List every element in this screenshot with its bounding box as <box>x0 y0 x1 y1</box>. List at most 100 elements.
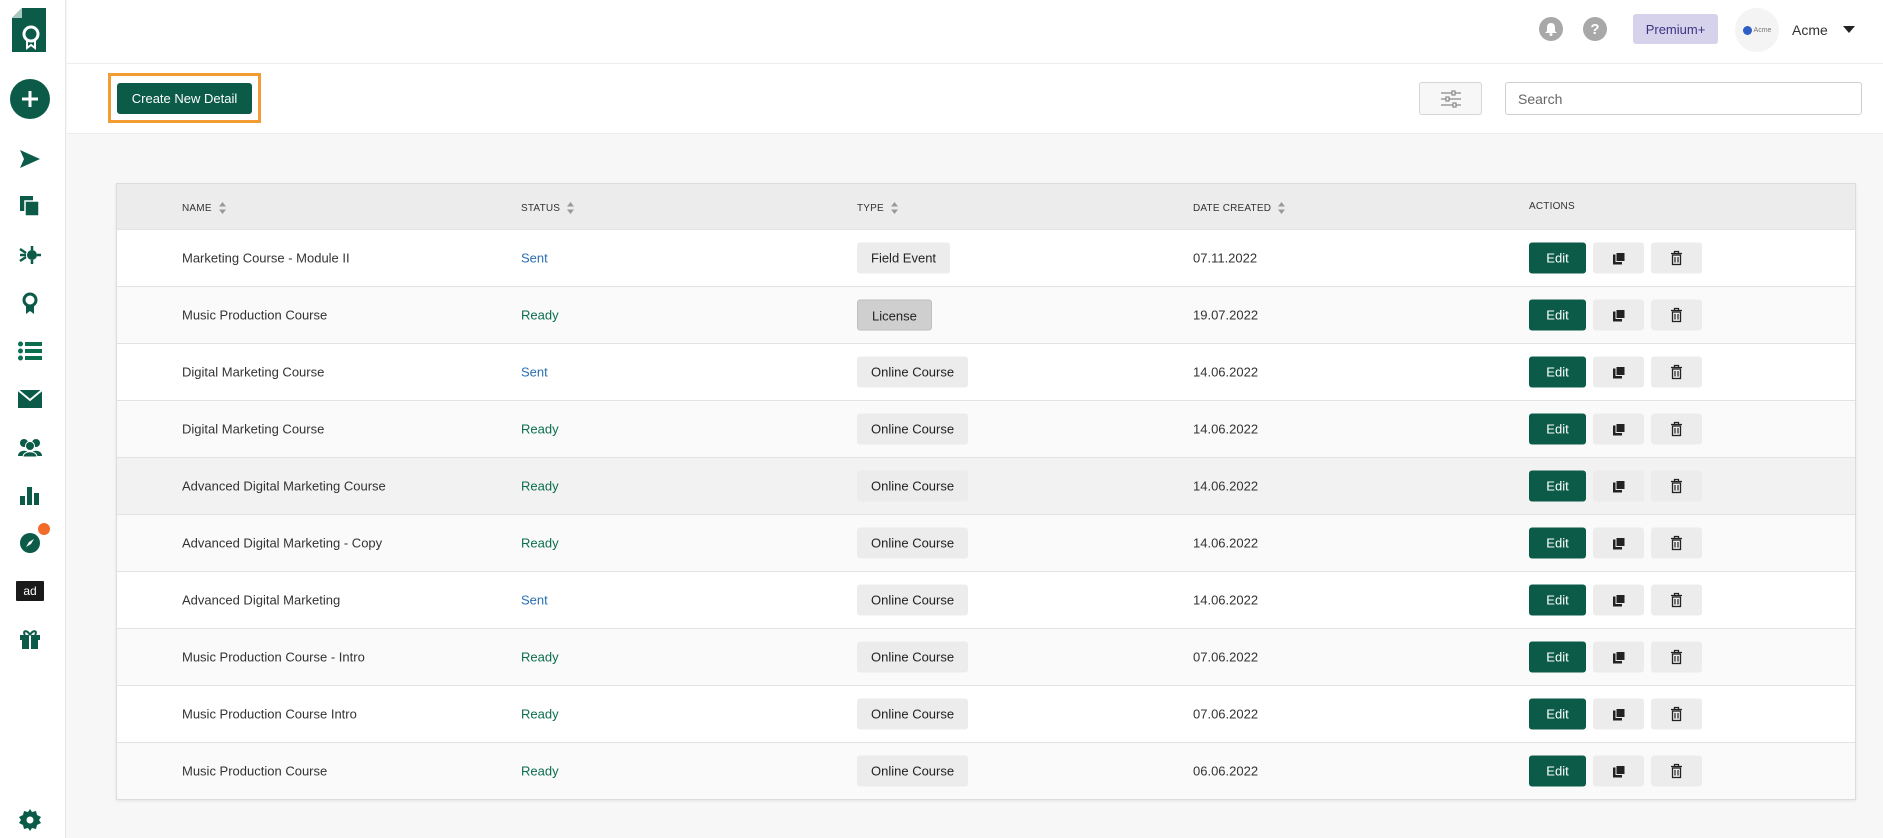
row-name: Advanced Digital Marketing <box>182 592 341 608</box>
table-row: Music Production Course - Intro Ready On… <box>117 628 1855 685</box>
row-status: Sent <box>521 250 548 266</box>
send-icon[interactable] <box>13 142 47 176</box>
top-header: ? <box>67 0 1883 64</box>
filter-settings-icon[interactable] <box>1419 82 1482 115</box>
column-header-actions: ACTIONS <box>1529 201 1575 212</box>
analytics-icon[interactable] <box>13 478 47 512</box>
app-logo[interactable] <box>10 8 48 52</box>
account-name[interactable]: Acme <box>1792 22 1828 38</box>
row-actions: Edit <box>1529 413 1702 445</box>
duplicate-icon[interactable] <box>1593 584 1644 616</box>
trash-icon[interactable] <box>1651 242 1702 274</box>
certificate-icon[interactable] <box>13 286 47 320</box>
edit-button[interactable]: Edit <box>1529 527 1586 559</box>
create-new-detail-button[interactable]: Create New Detail <box>117 83 252 114</box>
column-header-type[interactable]: TYPE <box>857 201 899 215</box>
row-actions: Edit <box>1529 299 1702 331</box>
trash-icon[interactable] <box>1651 641 1702 673</box>
row-status: Ready <box>521 307 559 323</box>
gift-icon[interactable] <box>13 622 47 656</box>
edit-button[interactable]: Edit <box>1529 584 1586 616</box>
search-input[interactable] <box>1505 82 1862 115</box>
edit-button[interactable]: Edit <box>1529 755 1586 787</box>
compass-icon[interactable] <box>13 523 50 560</box>
ad-icon[interactable]: ad <box>13 574 47 608</box>
row-type: Online Course <box>857 470 969 502</box>
help-icon-glyph: ? <box>1590 20 1600 38</box>
row-status: Ready <box>521 478 559 494</box>
trash-icon[interactable] <box>1651 413 1702 445</box>
row-date: 14.06.2022 <box>1193 421 1259 437</box>
row-name: Music Production Course <box>182 307 328 323</box>
row-type: Online Course <box>857 641 969 673</box>
duplicate-icon[interactable] <box>1593 470 1644 502</box>
column-header-date-label: DATE CREATED <box>1193 202 1272 214</box>
type-badge: Online Course <box>857 641 969 673</box>
type-badge: License <box>857 299 932 331</box>
row-actions: Edit <box>1529 527 1702 559</box>
type-badge: Online Course <box>857 356 969 388</box>
avatar-text: Acme <box>1753 26 1772 34</box>
duplicate-icon[interactable] <box>1593 527 1644 559</box>
table-row: Advanced Digital Marketing - Copy Ready … <box>117 514 1855 571</box>
trash-icon[interactable] <box>1651 755 1702 787</box>
caret-down-icon[interactable] <box>1843 26 1855 33</box>
edit-button[interactable]: Edit <box>1529 299 1586 331</box>
row-actions: Edit <box>1529 470 1702 502</box>
table-row: Digital Marketing Course Sent Online Cou… <box>117 343 1855 400</box>
integrations-icon[interactable] <box>13 238 47 272</box>
trash-icon[interactable] <box>1651 299 1702 331</box>
duplicate-icon[interactable] <box>1593 242 1644 274</box>
help-icon[interactable]: ? <box>1583 17 1607 41</box>
duplicate-icon[interactable] <box>1593 641 1644 673</box>
avatar[interactable]: Acme <box>1735 8 1779 52</box>
sort-icon <box>1278 202 1286 214</box>
users-icon[interactable] <box>13 430 47 464</box>
edit-button[interactable]: Edit <box>1529 356 1586 388</box>
column-header-date[interactable]: DATE CREATED <box>1193 201 1286 215</box>
row-date: 14.06.2022 <box>1193 535 1259 551</box>
settings-icon[interactable] <box>13 803 47 837</box>
sort-icon <box>218 202 226 214</box>
avatar-logo-icon <box>1742 25 1752 35</box>
edit-button[interactable]: Edit <box>1529 641 1586 673</box>
duplicate-icon[interactable] <box>1593 698 1644 730</box>
row-name: Music Production Course Intro <box>182 706 357 722</box>
sort-icon <box>890 202 898 214</box>
duplicate-icon[interactable] <box>1593 755 1644 787</box>
edit-button[interactable]: Edit <box>1529 413 1586 445</box>
row-actions: Edit <box>1529 584 1702 616</box>
row-actions: Edit <box>1529 755 1702 787</box>
premium-badge[interactable]: Premium+ <box>1633 14 1718 44</box>
add-icon[interactable] <box>10 79 50 119</box>
table-row: Music Production Course Ready License 19… <box>117 286 1855 343</box>
trash-icon[interactable] <box>1651 470 1702 502</box>
table-header: NAME STATUS TYPE DATE CREATED ACTIONS <box>117 184 1855 229</box>
bell-icon[interactable] <box>1539 17 1563 41</box>
row-status: Ready <box>521 649 559 665</box>
row-name: Marketing Course - Module II <box>182 250 350 266</box>
trash-icon[interactable] <box>1651 698 1702 730</box>
mail-icon[interactable] <box>13 382 47 416</box>
row-type: Online Course <box>857 584 969 616</box>
row-type: Online Course <box>857 527 969 559</box>
column-header-name[interactable]: NAME <box>182 201 227 215</box>
row-actions: Edit <box>1529 641 1702 673</box>
details-table: NAME STATUS TYPE DATE CREATED ACTIONS Ma… <box>116 183 1856 800</box>
copies-icon[interactable] <box>13 189 47 223</box>
duplicate-icon[interactable] <box>1593 413 1644 445</box>
trash-icon[interactable] <box>1651 527 1702 559</box>
column-header-status[interactable]: STATUS <box>521 201 575 215</box>
edit-button[interactable]: Edit <box>1529 470 1586 502</box>
row-status: Ready <box>521 706 559 722</box>
list-icon[interactable] <box>13 334 47 368</box>
trash-icon[interactable] <box>1651 584 1702 616</box>
edit-button[interactable]: Edit <box>1529 242 1586 274</box>
row-date: 06.06.2022 <box>1193 763 1259 779</box>
trash-icon[interactable] <box>1651 356 1702 388</box>
duplicate-icon[interactable] <box>1593 356 1644 388</box>
edit-button[interactable]: Edit <box>1529 698 1586 730</box>
row-name: Advanced Digital Marketing - Copy <box>182 535 383 551</box>
row-actions: Edit <box>1529 698 1702 730</box>
duplicate-icon[interactable] <box>1593 299 1644 331</box>
